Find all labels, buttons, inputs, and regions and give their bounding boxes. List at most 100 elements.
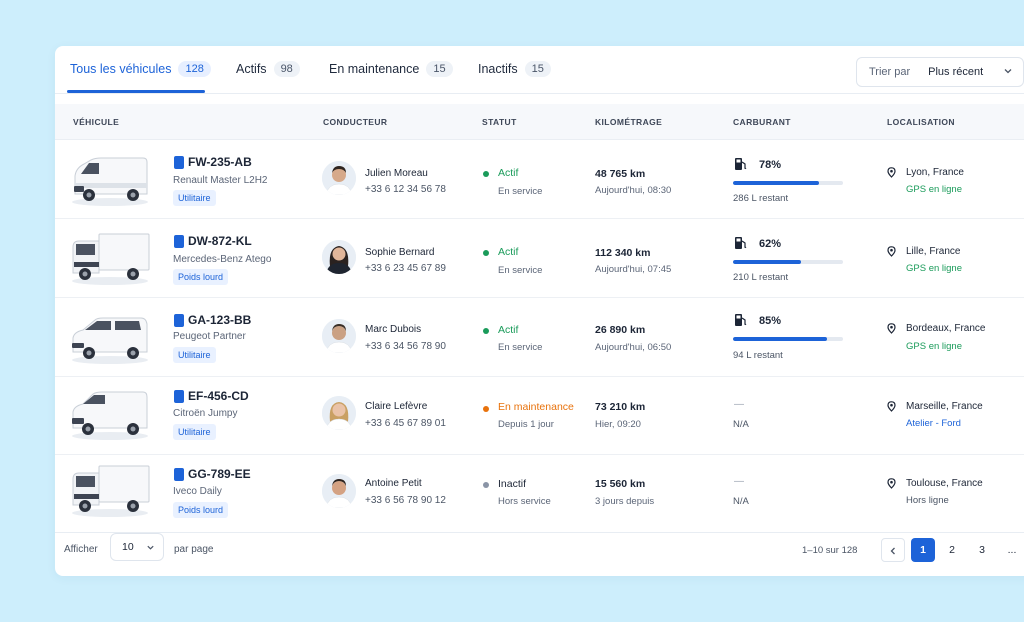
table-row[interactable]: GA-123-BB Peugeot Partner Utilitaire Mar… (55, 299, 1024, 377)
driver-phone: +33 6 56 78 90 12 (365, 495, 446, 506)
status-dot (483, 406, 489, 412)
tab-bar: Tous les véhicules 128 Actifs 98 En main… (55, 46, 1024, 94)
gps-status: GPS en ligne (906, 341, 962, 352)
mileage-updated: Aujourd'hui, 08:30 (595, 185, 672, 196)
status-detail: En service (498, 342, 543, 353)
fuel-percent: 62% (759, 238, 782, 250)
table-row[interactable]: GG-789-EE Iveco Daily Poids lourd Antoin… (55, 455, 1024, 533)
van-image (72, 317, 148, 364)
vehicle-model: Iveco Daily (173, 486, 222, 497)
fuel-level-fill (733, 260, 802, 264)
column-header-location[interactable]: LOCALISATION (887, 117, 955, 127)
vehicle-type-badge: Utilitaire (173, 347, 216, 363)
table-row[interactable]: DW-872-KL Mercedes-Benz Atego Poids lour… (55, 220, 1024, 298)
tab-label: Inactifs (478, 62, 518, 76)
avatar (322, 240, 356, 274)
truck-image (72, 233, 150, 285)
column-header-mileage[interactable]: KILOMÉTRAGE (595, 117, 662, 127)
location-pin-icon (887, 323, 896, 334)
tab-inactive[interactable]: Inactifs 15 (478, 61, 551, 94)
table-header: VÉHICULE CONDUCTEUR STATUT KILOMÉTRAGE C… (55, 104, 1024, 140)
previous-page-button[interactable] (881, 538, 905, 562)
column-header-status[interactable]: STATUT (482, 117, 517, 127)
sort-select[interactable]: Trier par Plus récent (856, 57, 1024, 87)
column-header-fuel[interactable]: CARBURANT (733, 117, 791, 127)
table-row[interactable]: FW-235-AB Renault Master L2H2 Utilitaire… (55, 141, 1024, 219)
driver-name[interactable]: Antoine Petit (365, 478, 422, 489)
tab-active[interactable]: Actifs 98 (236, 61, 300, 94)
status-dot (483, 171, 489, 177)
fuel-remaining: 286 L restant (733, 193, 789, 204)
fuel-pump-icon (735, 314, 747, 326)
sort-label: Trier par (869, 66, 911, 78)
chevron-left-icon (890, 547, 895, 555)
tab-maintenance[interactable]: En maintenance 15 (329, 61, 453, 94)
fuel-level-bar (733, 260, 843, 264)
vehicle-model: Mercedes-Benz Atego (173, 254, 272, 265)
license-plate-icon (174, 390, 184, 403)
license-plate-icon (174, 468, 184, 481)
fuel-level-fill (733, 337, 827, 341)
location-city[interactable]: Lyon, France (906, 167, 964, 178)
workshop-link[interactable]: Atelier - Ford (906, 418, 961, 429)
status-dot (483, 250, 489, 256)
vehicle-plate[interactable]: EF-456-CD (188, 389, 249, 403)
vehicle-plate[interactable]: GA-123-BB (188, 313, 251, 327)
more-pages-ellipsis[interactable]: ... (1000, 538, 1024, 562)
status-dot (483, 328, 489, 334)
location-city[interactable]: Toulouse, France (906, 478, 983, 489)
status-detail: En service (498, 265, 543, 276)
status-detail: En service (498, 186, 543, 197)
van-image (72, 157, 148, 206)
page-3-button[interactable]: 3 (970, 538, 994, 562)
avatar (322, 396, 356, 430)
avatar (322, 319, 356, 353)
driver-name[interactable]: Sophie Bernard (365, 247, 435, 258)
vehicle-type-badge: Utilitaire (173, 424, 216, 440)
vehicle-plate[interactable]: DW-872-KL (188, 234, 252, 248)
status-badge: En maintenance (498, 401, 574, 413)
fuel-level-bar (733, 337, 843, 341)
gps-status: GPS en ligne (906, 184, 962, 195)
status-dot (483, 482, 489, 488)
column-header-driver[interactable]: CONDUCTEUR (323, 117, 387, 127)
status-badge: Actif (498, 246, 519, 258)
driver-phone: +33 6 23 45 67 89 (365, 263, 446, 274)
mileage-value: 48 765 km (595, 168, 646, 180)
tab-count: 15 (426, 61, 453, 77)
driver-name[interactable]: Julien Moreau (365, 168, 428, 179)
fuel-not-available: N/A (733, 496, 749, 507)
vehicle-plate[interactable]: GG-789-EE (188, 467, 251, 481)
fuel-pump-icon (735, 158, 747, 170)
status-badge: Actif (498, 324, 519, 336)
driver-name[interactable]: Claire Lefèvre (365, 401, 427, 412)
status-detail: Hors service (498, 496, 551, 507)
per-page-select[interactable]: 10 (110, 533, 164, 561)
location-city[interactable]: Lille, France (906, 246, 960, 257)
mileage-value: 26 890 km (595, 324, 646, 336)
fuel-remaining: 210 L restant (733, 272, 789, 283)
vehicle-model: Citroën Jumpy (173, 408, 238, 419)
table-row[interactable]: EF-456-CD Citroën Jumpy Utilitaire Clair… (55, 377, 1024, 455)
location-city[interactable]: Marseille, France (906, 401, 983, 412)
chevron-down-icon (1004, 69, 1012, 74)
page-2-button[interactable]: 2 (940, 538, 964, 562)
fuel-empty-dash: — (734, 399, 744, 410)
fuel-level-fill (733, 181, 819, 185)
truck-image (72, 465, 150, 517)
sort-value: Plus récent (928, 66, 984, 78)
vehicle-plate[interactable]: FW-235-AB (188, 155, 252, 169)
license-plate-icon (174, 314, 184, 327)
vehicle-type-badge: Poids lourd (173, 502, 229, 518)
vehicle-type-badge: Utilitaire (173, 190, 216, 206)
gps-status: GPS en ligne (906, 263, 962, 274)
location-city[interactable]: Bordeaux, France (906, 323, 986, 334)
column-header-vehicle[interactable]: VÉHICULE (73, 117, 119, 127)
driver-name[interactable]: Marc Dubois (365, 324, 421, 335)
fuel-percent: 78% (759, 159, 782, 171)
page-1-button[interactable]: 1 (911, 538, 935, 562)
mileage-updated: Aujourd'hui, 06:50 (595, 342, 672, 353)
location-pin-icon (887, 246, 896, 257)
per-page-value: 10 (122, 541, 134, 553)
driver-phone: +33 6 34 56 78 90 (365, 341, 446, 352)
